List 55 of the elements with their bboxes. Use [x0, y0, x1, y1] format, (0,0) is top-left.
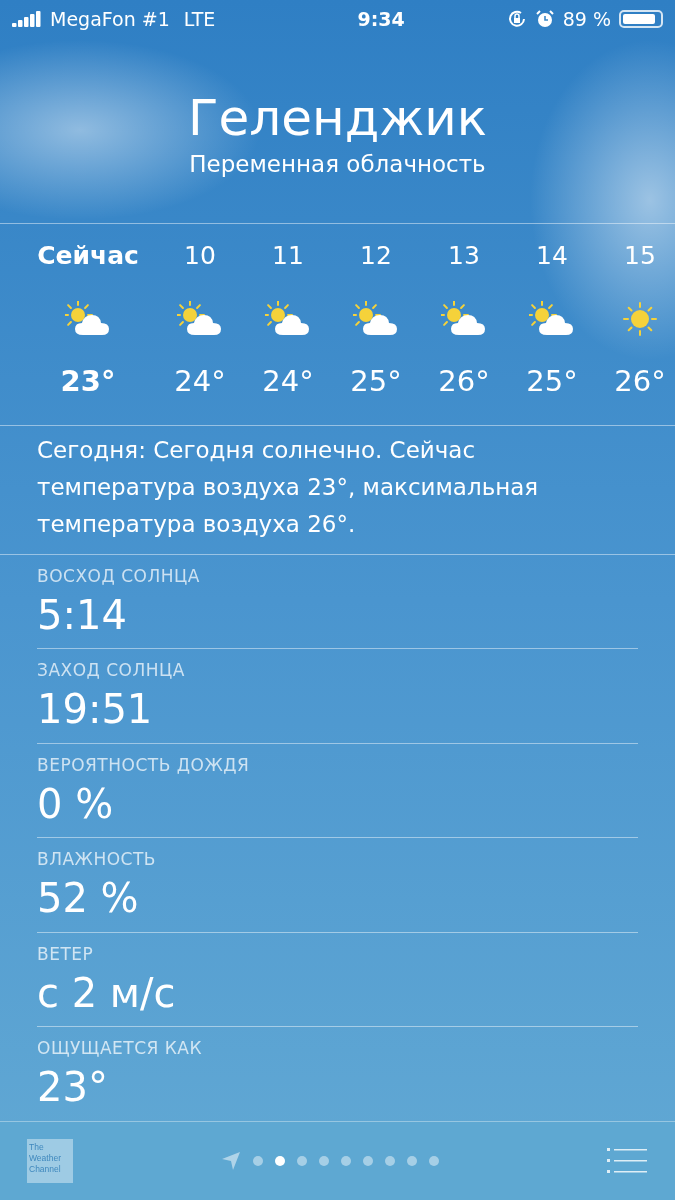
- detail-label: ВОСХОД СОЛНЦА: [37, 565, 201, 589]
- hour-label: 14: [536, 239, 568, 272]
- network-type: LTE: [183, 7, 216, 30]
- detail-label: ВЛАЖНОСТЬ: [37, 848, 157, 872]
- location-arrow-icon: [221, 1150, 241, 1171]
- hour-label: 10: [184, 239, 216, 272]
- battery-icon: [619, 9, 663, 28]
- city-name: Геленджик: [188, 88, 487, 150]
- page-dot[interactable]: [385, 1155, 395, 1166]
- hour-temperature: 26°: [614, 363, 666, 398]
- weather-channel-logo[interactable]: The Weather Channel: [27, 1138, 73, 1183]
- detail-value: с 2 м/с: [37, 968, 177, 1018]
- hour-temperature: 25°: [350, 363, 402, 398]
- forecast-summary: Сегодня: Сегодня солнечно. Сейчас температура воздуха 23°, максимальная температура воздуха 26°.: [36, 436, 540, 540]
- partly-cloudy-icon: [529, 300, 575, 337]
- carrier-name: MegaFon #1: [50, 7, 170, 30]
- page-dot[interactable]: [363, 1155, 373, 1166]
- hour-temperature: 26°: [438, 363, 490, 398]
- hour-temperature: 25°: [526, 363, 578, 398]
- hour-label: 11: [272, 239, 304, 272]
- hour-temperature: 24°: [262, 363, 314, 398]
- page-dot[interactable]: [253, 1155, 263, 1166]
- page-dot[interactable]: [297, 1155, 307, 1166]
- detail-value: 23°: [37, 1063, 109, 1113]
- detail-label: ВЕРОЯТНОСТЬ ДОЖДЯ: [37, 753, 251, 777]
- hour-label: 13: [448, 239, 480, 272]
- hour-temperature: 24°: [174, 363, 226, 398]
- rotation-lock-icon: [506, 8, 527, 29]
- battery-percentage: 89 %: [562, 7, 611, 30]
- detail-value: 19:51: [37, 685, 154, 735]
- detail-label: ЗАХОД СОЛНЦА: [37, 659, 186, 683]
- page-dot[interactable]: [319, 1155, 329, 1166]
- alarm-clock-icon: [534, 8, 555, 29]
- partly-cloudy-icon: [353, 300, 399, 337]
- partly-cloudy-icon: [441, 300, 487, 337]
- hour-temperature: 23°: [60, 363, 116, 398]
- partly-cloudy-icon: [265, 300, 311, 337]
- weather-condition: Переменная облачность: [189, 151, 486, 178]
- partly-cloudy-icon: [177, 300, 223, 337]
- list-icon[interactable]: [607, 1147, 647, 1174]
- hour-label: 15: [624, 239, 656, 272]
- detail-value: 0 %: [37, 779, 115, 829]
- signal-icon: [12, 10, 42, 27]
- detail-label: ВЕТЕР: [37, 942, 95, 966]
- page-dot[interactable]: [429, 1155, 439, 1166]
- page-dot[interactable]: [407, 1155, 417, 1166]
- detail-value: 52 %: [37, 874, 140, 924]
- hour-label: Сейчас: [37, 239, 139, 272]
- hour-label: 12: [360, 239, 392, 272]
- page-dot[interactable]: [341, 1155, 351, 1166]
- partly-cloudy-icon: [65, 300, 111, 337]
- page-dot[interactable]: [275, 1155, 285, 1166]
- detail-value: 5:14: [37, 591, 128, 641]
- clock-time: 9:34: [357, 7, 405, 30]
- detail-label: ОЩУЩАЕТСЯ КАК: [37, 1037, 204, 1061]
